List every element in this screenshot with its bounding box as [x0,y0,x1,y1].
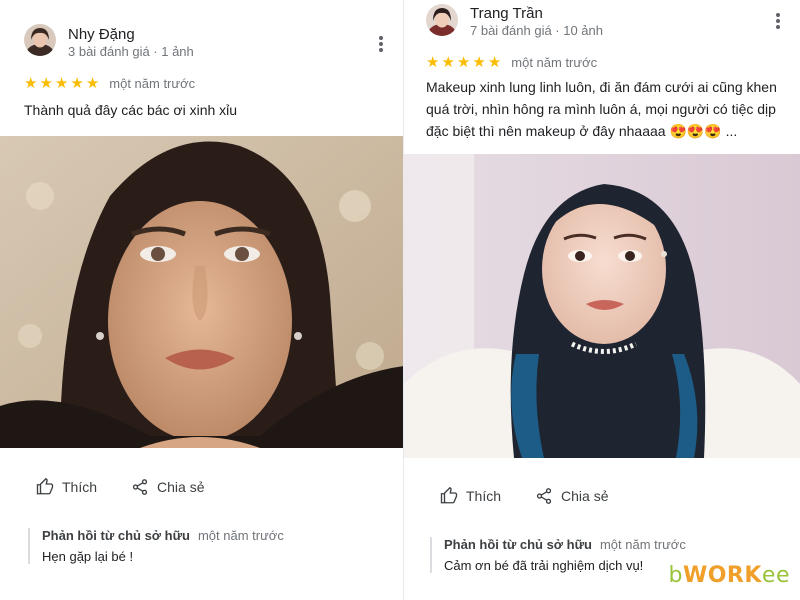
share-button[interactable]: Chia sẻ [535,487,608,505]
star-icon: ★ [39,74,53,92]
review-text-line: đặc biệt thì nên makeup ở đây nhaaaa 😍😍😍… [426,123,738,139]
reply-time: một năm trước [197,528,284,543]
rating-row: ★ ★ ★ ★ ★ một năm trước [24,76,196,92]
reply-title: Phản hồi từ chủ sở hữu [444,537,592,552]
star-icon: ★ [70,74,84,92]
like-label: Thích [62,479,98,495]
review-actions: Thích Chia sẻ [36,478,204,496]
reply-time: một năm trước [599,537,686,552]
review-text-line: Makeup xinh lung linh luôn, đi ăn đám cư… [426,79,777,95]
like-label: Thích [466,488,502,504]
owner-reply: Phản hồi từ chủ sở hữu một năm trước Cảm… [430,537,686,573]
reviewer-meta: 7 bài đánh giá · 10 ảnh [470,23,603,38]
star-icon: ★ [456,53,471,71]
star-icon: ★ [85,74,100,92]
star-rating: ★ ★ ★ ★ ★ [426,55,501,70]
reviewer-avatar[interactable] [426,4,458,36]
review-photo[interactable] [0,136,404,448]
reply-text: Hẹn gặp lại bé ! [42,549,134,564]
watermark-ee: ee [761,563,790,588]
more-options-icon[interactable] [378,36,384,54]
reply-title: Phản hồi từ chủ sở hữu [42,528,190,543]
review-card-nhy: Nhy Đặng 3 bài đánh giá · 1 ảnh ★ ★ ★ ★ … [0,0,404,600]
reply-text: Cảm ơn bé đã trải nghiệm dịch vụ! [444,558,644,573]
review-photo[interactable] [404,154,800,458]
share-label: Chia sẻ [157,479,205,495]
reviewer-avatar[interactable] [24,24,56,56]
like-button[interactable]: Thích [36,478,97,496]
owner-reply: Phản hồi từ chủ sở hữu một năm trước Hẹn… [28,528,284,564]
more-options-icon[interactable] [775,13,781,31]
star-icon: ★ [54,74,69,92]
review-text-line: quá trời, nhìn hông ra mình luôn á, mọi … [426,101,776,117]
review-time: một năm trước [511,55,598,70]
watermark-work: WORK [682,563,762,588]
review-text: Thành quả đây các bác ơi xinh xỉu [24,102,238,118]
thumb-up-icon [36,478,54,495]
star-icon: ★ [24,74,38,92]
reviewer-name[interactable]: Trang Trần [470,5,543,22]
reviewer-meta: 3 bài đánh giá · 1 ảnh [68,44,194,59]
reviewer-name[interactable]: Nhy Đặng [68,26,135,43]
share-icon [536,488,552,504]
review-card-trang: Trang Trần 7 bài đánh giá · 10 ảnh ★ ★ ★… [404,0,800,600]
star-icon: ★ [426,53,440,71]
thumb-up-icon [440,487,458,504]
star-icon: ★ [487,53,502,71]
star-icon: ★ [472,53,486,71]
share-label: Chia sẻ [561,488,609,504]
rating-row: ★ ★ ★ ★ ★ một năm trước [426,55,598,71]
review-text: Makeup xinh lung linh luôn, đi ăn đám cư… [426,76,796,142]
share-button[interactable]: Chia sẻ [131,478,204,496]
review-time: một năm trước [109,76,196,91]
share-icon [132,479,148,495]
star-icon: ★ [441,53,455,71]
like-button[interactable]: Thích [440,487,501,505]
watermark-b: b [668,563,683,588]
review-actions: Thích Chia sẻ [440,487,608,505]
star-rating: ★ ★ ★ ★ ★ [24,76,99,91]
bworkee-watermark-logo: bWORKee [668,563,790,588]
